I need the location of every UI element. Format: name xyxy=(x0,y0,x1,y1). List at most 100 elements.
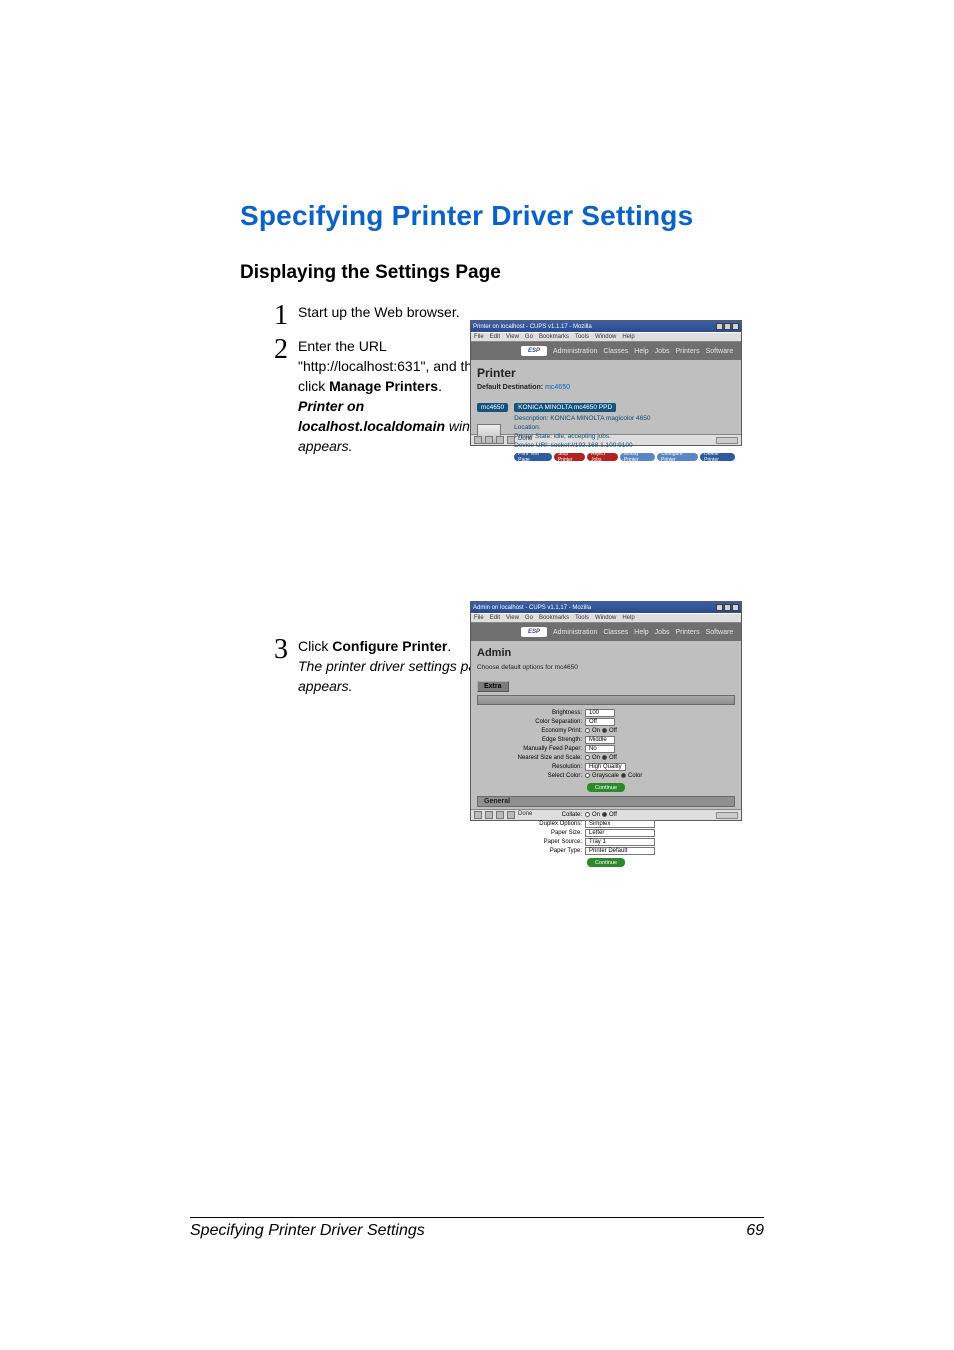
esp-logo: ESP xyxy=(521,627,547,637)
collate-off-radio[interactable] xyxy=(602,812,607,817)
menu-tools[interactable]: Tools xyxy=(575,334,589,340)
stop-printer-button[interactable]: Stop Printer xyxy=(554,453,585,461)
label: Paper Type: xyxy=(477,848,585,854)
nearest-off-radio[interactable] xyxy=(602,755,607,760)
paper-type-select[interactable]: Printer Default xyxy=(585,847,655,855)
text: . xyxy=(438,378,442,394)
edge-strength-select[interactable]: Middle xyxy=(585,736,615,744)
label: Nearest Size and Scale: xyxy=(477,755,585,761)
cups-nav: ESP Administration Classes Help Jobs Pri… xyxy=(471,342,741,360)
cups-heading: Printer xyxy=(477,366,735,380)
status-icon xyxy=(474,436,482,444)
menu-window[interactable]: Window xyxy=(595,334,616,340)
window-titlebar: Printer on localhost - CUPS v1.1.17 - Mo… xyxy=(471,321,741,332)
printer-actions: Print Test Page Stop Printer Reject Jobs… xyxy=(514,453,735,461)
window-title: Admin on localhost - CUPS v1.1.17 - Mozi… xyxy=(473,605,591,611)
text: On xyxy=(592,755,600,761)
window-title: Printer on localhost - CUPS v1.1.17 - Mo… xyxy=(473,324,592,330)
menu-go[interactable]: Go xyxy=(525,334,533,340)
menu-file[interactable]: File xyxy=(474,615,484,621)
menu-view[interactable]: View xyxy=(506,615,519,621)
modify-printer-button[interactable]: Modify Printer xyxy=(620,453,655,461)
window-titlebar: Admin on localhost - CUPS v1.1.17 - Mozi… xyxy=(471,602,741,613)
nav-jobs[interactable]: Jobs xyxy=(655,348,670,355)
text: Color xyxy=(628,773,642,779)
page-footer: Specifying Printer Driver Settings 69 xyxy=(190,1217,764,1240)
label: Manually Feed Paper: xyxy=(477,746,585,752)
nearest-on-radio[interactable] xyxy=(585,755,590,760)
label: Paper Size: xyxy=(477,830,585,836)
nav-software[interactable]: Software xyxy=(706,348,734,355)
nav-printers[interactable]: Printers xyxy=(675,629,699,636)
label: Default Destination: xyxy=(477,384,543,391)
menu-edit[interactable]: Edit xyxy=(490,615,500,621)
esp-logo: ESP xyxy=(521,346,547,356)
label: Brightness: xyxy=(477,710,585,716)
nav-classes[interactable]: Classes xyxy=(603,629,628,636)
continue-button[interactable]: Continue xyxy=(587,783,625,792)
printer-link[interactable]: mc4650 xyxy=(545,384,570,391)
configure-printer-button[interactable]: Configure Printer xyxy=(657,453,698,461)
menu-help[interactable]: Help xyxy=(622,334,634,340)
minimize-icon[interactable] xyxy=(716,323,723,330)
nav-printers[interactable]: Printers xyxy=(675,348,699,355)
nav-help[interactable]: Help xyxy=(634,348,648,355)
collate-on-radio[interactable] xyxy=(585,812,590,817)
continue-button[interactable]: Continue xyxy=(587,858,625,867)
close-icon[interactable] xyxy=(732,323,739,330)
paper-source-select[interactable]: Tray 1 xyxy=(585,838,655,846)
section-bar xyxy=(477,695,735,705)
print-test-page-button[interactable]: Print Test Page xyxy=(514,453,552,461)
menu-file[interactable]: File xyxy=(474,334,484,340)
maximize-icon[interactable] xyxy=(724,323,731,330)
label: Paper Source: xyxy=(477,839,585,845)
printer-model-bar: KONICA MINOLTA mc4650 PPD xyxy=(514,403,616,412)
manual-feed-select[interactable]: No xyxy=(585,745,615,753)
printer-name-bar[interactable]: mc4650 xyxy=(477,403,508,412)
nav-jobs[interactable]: Jobs xyxy=(655,629,670,636)
section-tab-general: General xyxy=(477,796,735,807)
text-italic-bold: Printer on localhost.localdomain xyxy=(298,398,445,434)
text: Click xyxy=(298,638,332,654)
menu-tools[interactable]: Tools xyxy=(575,615,589,621)
menu-bookmarks[interactable]: Bookmarks xyxy=(539,334,569,340)
close-icon[interactable] xyxy=(732,604,739,611)
nav-admin[interactable]: Administration xyxy=(553,348,597,355)
text-bold: Manage Printers xyxy=(329,378,438,394)
menu-edit[interactable]: Edit xyxy=(490,334,500,340)
menu-window[interactable]: Window xyxy=(595,615,616,621)
menu-go[interactable]: Go xyxy=(525,615,533,621)
grayscale-radio[interactable] xyxy=(585,773,590,778)
brightness-select[interactable]: 100 xyxy=(585,709,615,717)
nav-admin[interactable]: Administration xyxy=(553,629,597,636)
paper-size-select[interactable]: Letter xyxy=(585,829,655,837)
minimize-icon[interactable] xyxy=(716,604,723,611)
printer-description: Description: KONICA MINOLTA magicolor 46… xyxy=(514,414,735,450)
delete-printer-button[interactable]: Delete Printer xyxy=(700,453,735,461)
economy-off-radio[interactable] xyxy=(602,728,607,733)
reject-jobs-button[interactable]: Reject Jobs xyxy=(587,453,618,461)
nav-classes[interactable]: Classes xyxy=(603,348,628,355)
color-radio[interactable] xyxy=(621,773,626,778)
text: Off xyxy=(609,812,617,818)
menu-help[interactable]: Help xyxy=(622,615,634,621)
status-text: Done xyxy=(518,436,532,444)
menu-view[interactable]: View xyxy=(506,334,519,340)
color-separation-select[interactable]: Off xyxy=(585,718,615,726)
duplex-select[interactable]: Simplex xyxy=(585,820,655,828)
economy-on-radio[interactable] xyxy=(585,728,590,733)
resolution-select[interactable]: High Quality xyxy=(585,763,626,771)
page-title: Specifying Printer Driver Settings xyxy=(240,200,754,232)
nav-software[interactable]: Software xyxy=(706,629,734,636)
page-body: Admin Choose default options for mc4650 … xyxy=(471,641,741,809)
screenshot-printer-page: Printer on localhost - CUPS v1.1.17 - Mo… xyxy=(470,320,742,446)
menu-bookmarks[interactable]: Bookmarks xyxy=(539,615,569,621)
status-text: Done xyxy=(518,811,532,819)
nav-help[interactable]: Help xyxy=(634,629,648,636)
default-destination: Default Destination: mc4650 xyxy=(477,384,735,391)
status-icon xyxy=(507,811,515,819)
window-buttons xyxy=(716,604,739,611)
maximize-icon[interactable] xyxy=(724,604,731,611)
text: Grayscale xyxy=(592,773,619,779)
status-icon xyxy=(485,811,493,819)
